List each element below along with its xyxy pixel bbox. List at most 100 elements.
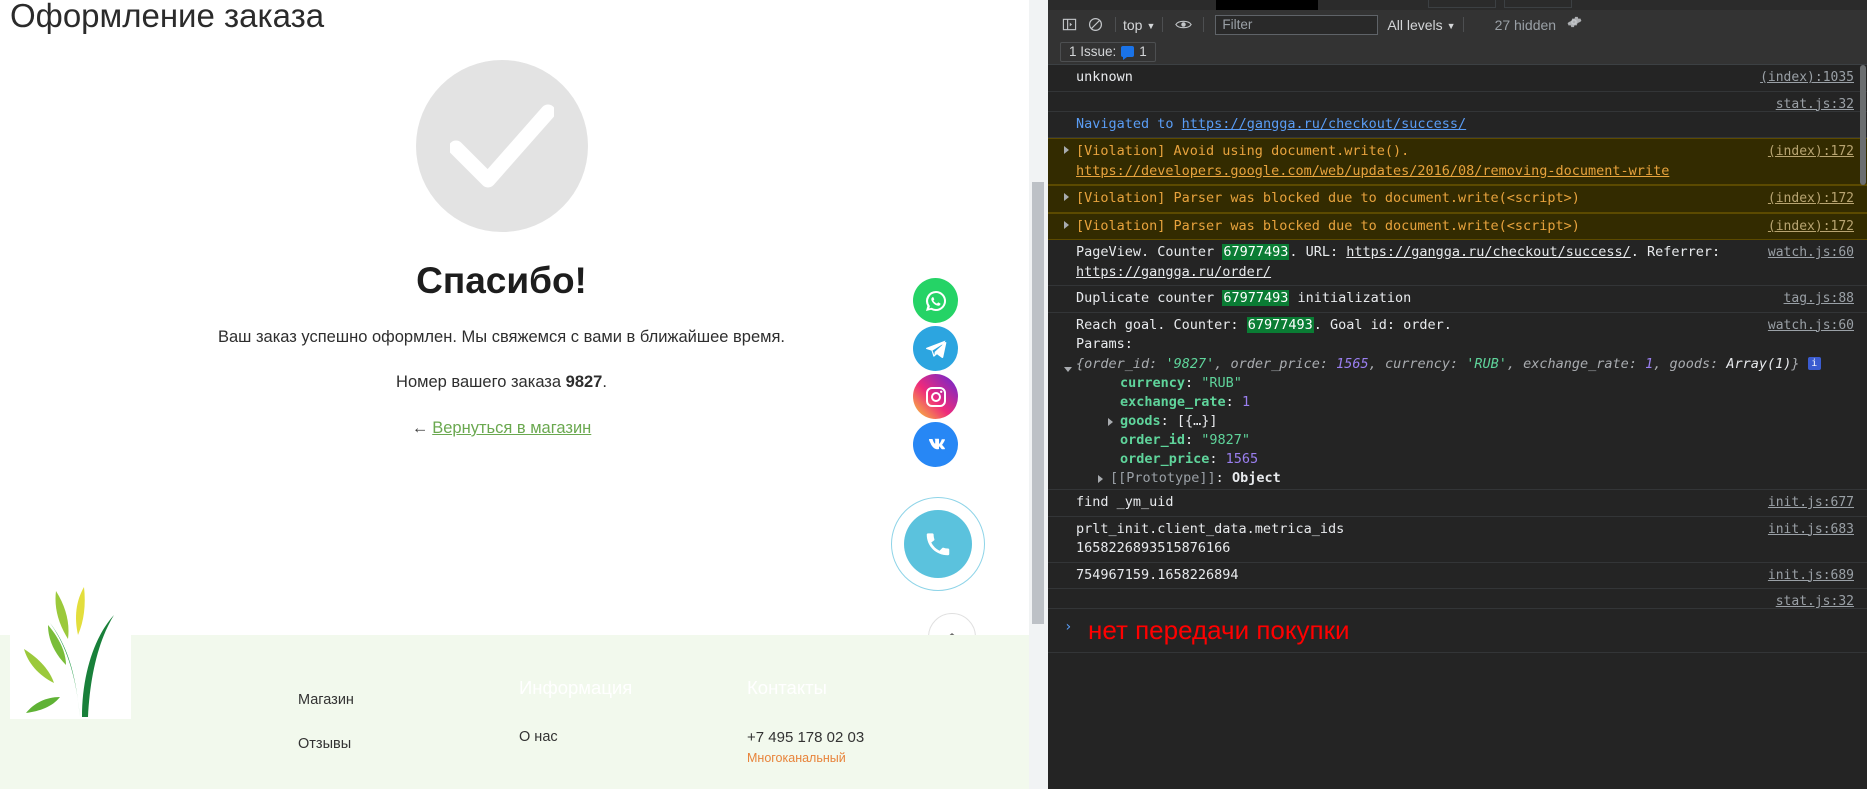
- vk-icon[interactable]: [913, 422, 958, 467]
- devtools-pane: top ▼ All levels ▼ 27 hidden: [1029, 0, 1867, 789]
- console-message-source[interactable]: init.js:689: [1768, 566, 1854, 586]
- footer-link-about[interactable]: О нас: [519, 729, 632, 745]
- preview-key-goods: goods: [1669, 355, 1711, 372]
- gear-icon[interactable]: [1566, 14, 1582, 35]
- console-message-source[interactable]: init.js:677: [1768, 493, 1854, 513]
- call-widget[interactable]: [891, 497, 985, 591]
- console-message-pageview[interactable]: PageView. Counter 67977493. URL: https:/…: [1048, 240, 1867, 286]
- console-message-source[interactable]: (index):1035: [1760, 68, 1854, 88]
- preview-val-order-id: '9827': [1165, 355, 1215, 372]
- console-message-source[interactable]: (index):172: [1768, 217, 1854, 237]
- console-prompt-row[interactable]: › нет передачи покупки: [1048, 609, 1867, 653]
- console-message[interactable]: 754967159.1658226894 init.js:689: [1048, 563, 1867, 589]
- goal-suffix: . Goal id: order.: [1313, 316, 1452, 333]
- console-message-source[interactable]: watch.js:60: [1768, 243, 1854, 263]
- pageview-url[interactable]: https://gangga.ru/checkout/success/: [1346, 244, 1630, 260]
- log-levels-selector[interactable]: All levels ▼: [1387, 17, 1455, 33]
- devtools-tab-a[interactable]: [1428, 0, 1496, 8]
- info-icon[interactable]: i: [1807, 357, 1821, 370]
- page-title: Оформление заказа: [10, 0, 325, 34]
- whatsapp-icon[interactable]: [913, 278, 958, 323]
- console-message-violation[interactable]: [Violation] Parser was blocked due to do…: [1048, 212, 1867, 240]
- console-message[interactable]: prlt_init.client_data.metrica_ids 165822…: [1048, 517, 1867, 563]
- back-to-shop-link[interactable]: Вернуться в магазин: [432, 419, 591, 437]
- footer-heading-contacts: Контакты: [747, 677, 827, 698]
- object-property-currency[interactable]: currency: "RUB": [1076, 374, 1857, 393]
- property-value: "9827": [1201, 432, 1251, 448]
- pageview-mid: . URL:: [1289, 244, 1347, 260]
- expand-triangle-icon[interactable]: [1064, 220, 1069, 229]
- toolbar-divider-3: [1203, 17, 1205, 32]
- issues-count: 1: [1139, 44, 1147, 59]
- page-scrollbar-track[interactable]: [1029, 0, 1048, 789]
- collapse-triangle-icon[interactable]: [1064, 366, 1072, 376]
- console-sidebar-icon[interactable]: [1056, 14, 1082, 36]
- preview-key-order-id: order_id: [1084, 355, 1150, 372]
- console-message-violation[interactable]: [Violation] Parser was blocked due to do…: [1048, 185, 1867, 213]
- devtools-active-tab[interactable]: [1216, 0, 1318, 10]
- navigated-url[interactable]: https://gangga.ru/checkout/success/: [1182, 116, 1466, 132]
- footer-link-shop[interactable]: Магазин: [298, 692, 354, 708]
- console-message[interactable]: find _ym_uid init.js:677: [1048, 490, 1867, 517]
- property-value: 1: [1241, 394, 1251, 410]
- chevron-down-icon: ▼: [1146, 20, 1156, 31]
- console-message[interactable]: stat.js:32: [1048, 589, 1867, 609]
- console-messages[interactable]: unknown (index):1035 stat.js:32 Navigate…: [1048, 65, 1867, 789]
- pageview-mid2: . Referrer:: [1630, 244, 1721, 260]
- issues-chip[interactable]: 1 Issue: 1: [1060, 41, 1156, 62]
- console-message-violation[interactable]: [Violation] Avoid using document.write()…: [1048, 138, 1867, 185]
- console-scrollbar-thumb[interactable]: [1860, 65, 1866, 185]
- violation-link[interactable]: https://developers.google.com/web/update…: [1076, 163, 1669, 179]
- phone-icon[interactable]: [904, 510, 972, 578]
- console-message-source[interactable]: watch.js:60: [1768, 316, 1854, 336]
- console-message-source[interactable]: (index):172: [1768, 189, 1854, 209]
- property-value: [{…}]: [1176, 413, 1218, 429]
- object-property-prototype[interactable]: [[Prototype]]: Object: [1076, 469, 1857, 488]
- order-success-block: Спасибо! Ваш заказ успешно оформлен. Мы …: [0, 60, 1003, 438]
- page-scrollbar-thumb[interactable]: [1032, 182, 1044, 624]
- object-property-goods[interactable]: goods: [{…}]: [1076, 412, 1857, 431]
- console-message-source[interactable]: init.js:683: [1768, 520, 1854, 540]
- clear-console-icon[interactable]: [1082, 14, 1108, 36]
- preview-key-currency: currency: [1384, 355, 1450, 372]
- expand-triangle-icon[interactable]: [1064, 146, 1069, 154]
- console-filter-input[interactable]: [1215, 14, 1379, 35]
- console-message-reach-goal[interactable]: Reach goal. Counter: 67977493. Goal id: …: [1048, 313, 1867, 490]
- console-message[interactable]: stat.js:32: [1048, 92, 1867, 112]
- footer-phone[interactable]: +7 495 178 02 03: [747, 729, 864, 746]
- console-message-duplicate-counter[interactable]: Duplicate counter 67977493 initializatio…: [1048, 286, 1867, 313]
- console-prompt-text[interactable]: нет передачи покупки: [1088, 615, 1350, 645]
- hidden-messages-count[interactable]: 27 hidden: [1495, 17, 1557, 33]
- console-message-source[interactable]: (index):172: [1768, 142, 1854, 162]
- console-message[interactable]: unknown (index):1035: [1048, 65, 1867, 92]
- chevron-down-icon: ▼: [1446, 20, 1456, 31]
- live-expression-icon[interactable]: [1170, 14, 1196, 36]
- violation-text: [Violation] Avoid using document.write()…: [1076, 143, 1410, 159]
- devtools-tab-b[interactable]: [1504, 0, 1572, 8]
- back-to-shop-row: ← Вернуться в магазин: [0, 419, 1003, 438]
- order-number-suffix: .: [602, 373, 607, 391]
- execution-context-selector[interactable]: top ▼: [1123, 17, 1155, 33]
- footer-link-reviews[interactable]: Отзывы: [298, 736, 354, 752]
- property-name: order_id: [1120, 432, 1186, 448]
- telegram-icon[interactable]: [913, 326, 958, 371]
- duplicate-suffix: initialization: [1289, 290, 1412, 306]
- console-message-navigated[interactable]: Navigated to https://gangga.ru/checkout/…: [1048, 112, 1867, 138]
- devtools-body: top ▼ All levels ▼ 27 hidden: [1048, 0, 1867, 789]
- console-scrollbar[interactable]: [1859, 65, 1867, 789]
- goal-object-preview[interactable]: {order_id: '9827', order_price: 1565, cu…: [1064, 355, 1857, 375]
- devtools-tabstrip: [1048, 0, 1867, 10]
- object-property-order-price[interactable]: order_price: 1565: [1076, 450, 1857, 469]
- pageview-referrer[interactable]: https://gangga.ru/order/: [1076, 264, 1271, 280]
- expand-triangle-icon[interactable]: [1064, 193, 1069, 201]
- object-property-exchange-rate[interactable]: exchange_rate: 1: [1076, 393, 1857, 412]
- success-subtext: Ваш заказ успешно оформлен. Мы свяжемся …: [217, 328, 786, 346]
- issues-label: 1 Issue:: [1069, 44, 1117, 59]
- expand-triangle-icon[interactable]: [1108, 418, 1113, 426]
- console-message-source[interactable]: tag.js:88: [1784, 289, 1854, 309]
- order-number-value: 9827: [565, 373, 603, 391]
- expand-triangle-icon[interactable]: [1098, 475, 1103, 483]
- object-property-order-id[interactable]: order_id: "9827": [1076, 431, 1857, 450]
- goal-prefix: Reach goal. Counter:: [1076, 316, 1247, 333]
- instagram-icon[interactable]: [913, 374, 958, 419]
